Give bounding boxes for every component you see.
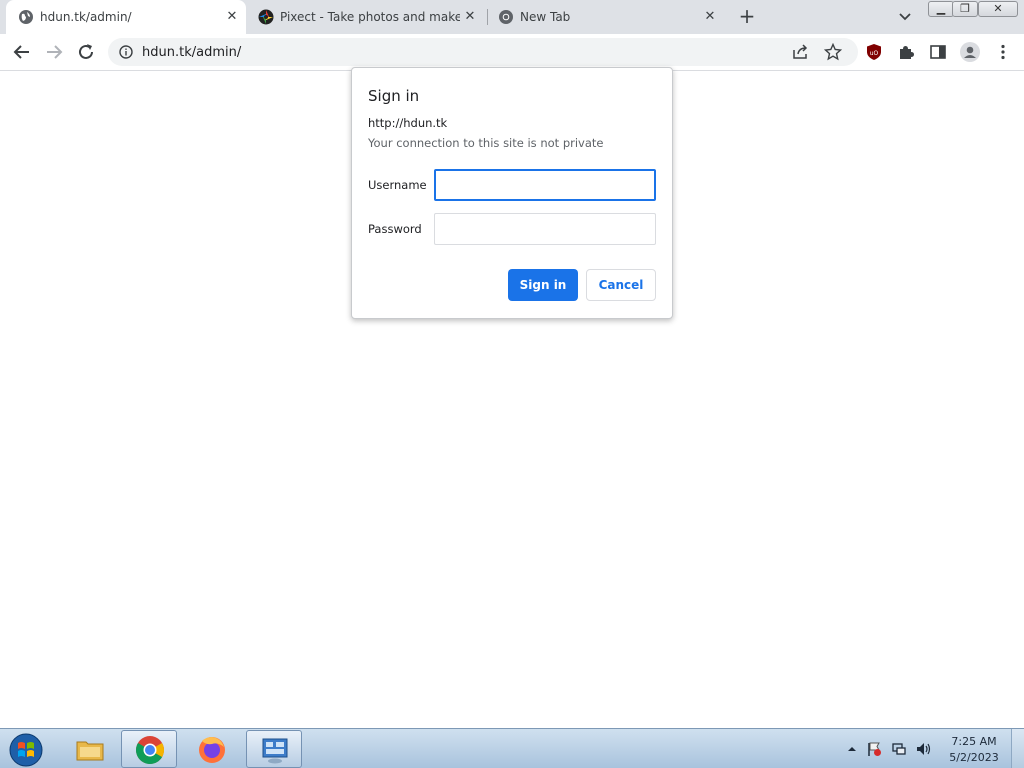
control-panel-icon <box>262 738 288 764</box>
clock-time: 7:25 AM <box>951 735 997 748</box>
close-tab-icon[interactable]: ✕ <box>702 9 718 25</box>
show-desktop-button[interactable] <box>1011 729 1024 768</box>
sign-in-button[interactable]: Sign in <box>508 269 578 301</box>
site-info-icon[interactable] <box>119 45 133 59</box>
action-center-flag-icon[interactable] <box>866 741 882 757</box>
tab-new-tab[interactable]: New Tab ✕ <box>486 0 726 34</box>
sign-in-dialog: Sign in http://hdun.tk Your connection t… <box>351 67 673 319</box>
folder-icon <box>76 741 104 761</box>
restore-window-icon[interactable]: ❐ <box>952 1 978 17</box>
username-label: Username <box>368 178 427 192</box>
tab-title: Pixect - Take photos and make vi <box>280 10 460 24</box>
volume-speaker-icon[interactable] <box>915 741 931 757</box>
minimize-window-icon[interactable]: ▁ <box>928 1 954 17</box>
pixect-icon <box>258 9 274 25</box>
bookmark-star-icon[interactable] <box>824 43 842 61</box>
more-menu-icon[interactable] <box>994 43 1012 61</box>
url-text[interactable]: hdun.tk/admin/ <box>142 45 241 60</box>
tab-title: New Tab <box>520 10 571 24</box>
browser-toolbar: hdun.tk/admin/ uO <box>0 34 1024 71</box>
network-icon[interactable] <box>891 741 907 757</box>
firefox-icon <box>199 737 225 763</box>
chrome-icon <box>136 736 164 764</box>
share-icon[interactable] <box>792 44 810 60</box>
globe-icon <box>19 10 33 24</box>
taskbar-control-panel[interactable] <box>246 730 302 768</box>
close-window-icon[interactable]: ✕ <box>978 1 1018 17</box>
reload-icon[interactable] <box>75 41 97 63</box>
cancel-button[interactable]: Cancel <box>586 269 656 301</box>
dialog-host: http://hdun.tk <box>368 116 448 130</box>
taskbar-firefox[interactable] <box>184 730 240 768</box>
svg-text:uO: uO <box>870 50 879 57</box>
show-hidden-icons-icon[interactable] <box>844 741 860 757</box>
back-arrow-icon[interactable] <box>11 41 33 63</box>
address-bar[interactable]: hdun.tk/admin/ <box>108 38 858 66</box>
new-tab-plus-icon[interactable]: + <box>737 6 757 27</box>
extensions-puzzle-icon[interactable] <box>897 43 915 61</box>
clock-date: 5/2/2023 <box>949 751 999 764</box>
start-orb-icon[interactable] <box>6 732 46 768</box>
taskbar-chrome[interactable] <box>121 730 177 768</box>
tab-strip: hdun.tk/admin/ ✕ Pixect - Take photos an… <box>0 0 1024 34</box>
chevron-down-icon[interactable] <box>896 9 914 25</box>
dialog-title: Sign in <box>368 87 420 105</box>
tab-hdun-admin[interactable]: hdun.tk/admin/ ✕ <box>6 0 246 34</box>
password-input[interactable] <box>434 213 656 245</box>
password-label: Password <box>368 222 422 236</box>
taskbar-file-explorer[interactable] <box>62 730 118 768</box>
username-input[interactable] <box>434 169 656 201</box>
tab-title: hdun.tk/admin/ <box>40 10 132 24</box>
side-panel-icon[interactable] <box>929 43 947 61</box>
close-tab-icon[interactable]: ✕ <box>462 9 478 25</box>
close-tab-icon[interactable]: ✕ <box>224 9 240 25</box>
ublock-origin-icon[interactable]: uO <box>865 43 883 61</box>
dialog-privacy-note: Your connection to this site is not priv… <box>368 136 604 150</box>
tab-pixect[interactable]: Pixect - Take photos and make vi ✕ <box>246 0 486 34</box>
chrome-icon <box>499 10 513 24</box>
system-clock[interactable]: 7:25 AM 5/2/2023 <box>946 734 1002 766</box>
windows-taskbar: 7:25 AM 5/2/2023 <box>0 728 1024 768</box>
forward-arrow-icon[interactable] <box>43 41 65 63</box>
profile-avatar-icon[interactable] <box>960 42 980 62</box>
